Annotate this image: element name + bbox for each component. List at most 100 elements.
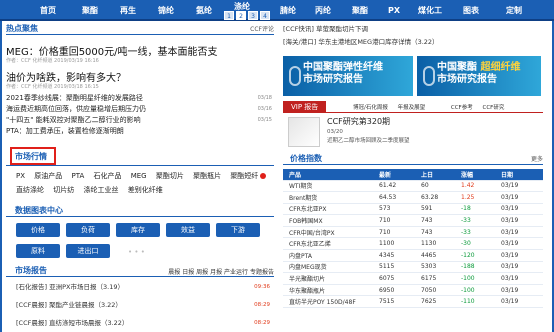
table-row[interactable]: 内盘PTA 4345 4465 -120 03/19 — [283, 249, 543, 262]
nav-coal-chemical[interactable]: 煤化工 — [410, 0, 450, 21]
pager-4[interactable]: 4 — [260, 11, 270, 20]
table-row[interactable]: 半光聚酯切片 6075 6175 -100 03/19 — [283, 272, 543, 285]
table-row[interactable]: WTI期货 61.42 60 1.42 03/19 — [283, 180, 543, 193]
product-name[interactable]: 华东聚酯瓶片 — [283, 284, 379, 297]
news-title[interactable]: 2021春季纱线展：聚酯明星纤维的发展路径 — [6, 94, 143, 102]
nav-polypropylene[interactable]: 丙纶 — [303, 0, 343, 21]
price-more-link[interactable]: 更多 — [531, 154, 543, 163]
vip-item-title[interactable]: CCF研究第320期 — [327, 116, 390, 127]
report-title[interactable]: [石化报告] 亚洲PX市场日报（3.19） — [16, 283, 124, 291]
market-tabs-row1: PX 原油产品 PTA 石化产品 MEG 聚酯切片 聚酯瓶片 聚酯短纤 — [16, 171, 265, 181]
news-title[interactable]: "十四五" 能耗双控对聚酯乙二醇行业的影响 — [6, 116, 141, 124]
nav-polyester[interactable]: 聚酯 — [70, 0, 110, 21]
inventory-button[interactable]: 库存 — [116, 223, 160, 237]
tab-chip-spun[interactable]: 切片纺 — [53, 185, 74, 195]
profit-button[interactable]: 效益 — [166, 223, 210, 237]
tab-staple-fiber[interactable]: 聚酯短纤 — [230, 171, 258, 181]
report-time: 08:29 — [254, 302, 270, 308]
hot-focus-title: 热点聚焦 — [6, 24, 38, 33]
tab-industrial-yarn[interactable]: 涤纶工业丝 — [83, 185, 118, 195]
banner-elastic-fiber[interactable]: 中国聚酯弹性纤维 市场研究报告 — [283, 56, 413, 96]
vip-link-reference[interactable]: CCF参考 — [451, 105, 473, 111]
load-button[interactable]: 负荷 — [66, 223, 110, 237]
top-news-1[interactable]: [CCF快讯] 草萤聚酯切片下调 — [283, 23, 368, 33]
table-row[interactable]: FOB韩国MX 710 743 -33 03/19 — [283, 214, 543, 227]
report-title[interactable]: [CCF晨报] 聚酯产业链晨报（3.22） — [16, 301, 122, 309]
news-item[interactable]: "十四五" 能耗双控对聚酯乙二醇行业的影响 03/15 — [6, 115, 274, 126]
tab-pta[interactable]: PTA — [72, 172, 85, 180]
table-row[interactable]: CFR中国/台湾PX 710 743 -33 03/19 — [283, 226, 543, 239]
tab-crude[interactable]: 原油产品 — [34, 171, 62, 181]
pager-3[interactable]: 3 — [248, 11, 258, 20]
product-name[interactable]: WTI期货 — [283, 180, 379, 193]
table-row[interactable]: CFR东北亚乙烯 1100 1130 -30 03/19 — [283, 237, 543, 251]
tab-meg[interactable]: MEG — [131, 172, 147, 180]
product-name[interactable]: 内盘MEG现货 — [283, 261, 379, 274]
top-news-2[interactable]: [海关/港口] 华东主港地区MEG港口库存详情（3.22） — [283, 36, 439, 46]
banner-microfiber[interactable]: 中国聚酯 超细纤维 市场研究报告 — [417, 56, 541, 96]
product-name[interactable]: Brent期货 — [283, 191, 379, 204]
table-row[interactable]: 华东聚酯瓶片 6950 7050 -100 03/19 — [283, 284, 543, 297]
news-item[interactable]: 2021春季纱线展：聚酯明星纤维的发展路径 03/18 — [6, 93, 274, 104]
news-title[interactable]: PTA：加工费承压，装置检修逐渐明朗 — [6, 127, 124, 135]
filter-daily[interactable]: 日报 — [182, 269, 194, 276]
headline-1[interactable]: MEG：价格重回5000元/吨一线，基本面能否支 — [6, 43, 218, 58]
filter-industry[interactable]: 产业运行 — [224, 269, 248, 276]
price-button[interactable]: 价格 — [16, 223, 60, 237]
vip-link-research[interactable]: CCF研究 — [482, 105, 504, 111]
tab-direct-spun[interactable]: 直纺涤纶 — [16, 185, 44, 195]
left-column: 热点聚焦 CCF评论 MEG：价格重回5000元/吨一线，基本面能否支 作者：C… — [6, 23, 274, 332]
vip-link-annual[interactable]: 年报及展望 — [398, 105, 426, 111]
filter-morning[interactable]: 晨报 — [168, 269, 180, 276]
report-item[interactable]: [CCF晨报] 直纺涤短市场晨报（3.22） 08:29 — [16, 317, 272, 329]
pager-1[interactable]: 1 — [224, 11, 234, 20]
product-name[interactable]: FOB韩国MX — [283, 214, 379, 227]
nav-px[interactable]: PX — [374, 0, 414, 21]
nav-nylon[interactable]: 锦纶 — [146, 0, 186, 21]
raw-material-button[interactable]: 原料 — [16, 244, 60, 258]
product-name[interactable]: 半光聚酯切片 — [283, 272, 379, 285]
tab-bottle-chips[interactable]: 聚酯瓶片 — [193, 171, 221, 181]
filter-monthly[interactable]: 月报 — [210, 269, 222, 276]
vip-report-tab[interactable]: VIP 报告 — [283, 101, 327, 113]
filter-special[interactable]: 专题报告 — [250, 269, 274, 276]
report-item[interactable]: [CCF晨报] 聚酯产业链晨报（3.22） 08:29 — [16, 299, 272, 311]
report-title[interactable]: [CCF晨报] 直纺涤短市场晨报（3.22） — [16, 319, 128, 327]
pager-2[interactable]: 2 — [236, 11, 246, 20]
product-name[interactable]: CFR中国/台湾PX — [283, 226, 379, 239]
headline-2[interactable]: 油价为啥跌，影响有多大？ — [6, 69, 126, 84]
tab-px[interactable]: PX — [16, 172, 25, 180]
nav-acrylic[interactable]: 腈纶 — [268, 0, 308, 21]
report-time: 09:36 — [254, 284, 270, 290]
news-item[interactable]: 海运费近期高位回落，供应量稳增后期压力仍 03/16 — [6, 104, 274, 115]
product-name[interactable]: 直纺半光POY 150D/48F — [283, 295, 379, 309]
previous-price: 63.28 — [421, 191, 461, 204]
table-row[interactable]: CFR东北亚PX 573 591 -18 03/19 — [283, 203, 543, 216]
tab-petrochem[interactable]: 石化产品 — [93, 171, 121, 181]
table-row[interactable]: Brent期货 64.53 63.28 1.25 03/19 — [283, 191, 543, 204]
vip-link-weekly[interactable]: 博冠/石化周报 — [353, 105, 388, 111]
product-name[interactable]: 内盘PTA — [283, 249, 379, 262]
table-row[interactable]: 内盘MEG现货 5115 5303 -188 03/19 — [283, 261, 543, 274]
import-export-button[interactable]: 进出口 — [66, 244, 110, 258]
nav-recycled[interactable]: 再生 — [108, 0, 148, 21]
filter-weekly[interactable]: 周报 — [196, 269, 208, 276]
nav-charts[interactable]: 图表 — [451, 0, 491, 21]
product-name[interactable]: CFR东北亚PX — [283, 203, 379, 216]
market-title[interactable]: 市场行情 — [15, 151, 47, 162]
report-cover-thumbnail[interactable] — [288, 117, 320, 147]
fiber-logo-icon — [423, 66, 435, 86]
downstream-button[interactable]: 下游 — [216, 223, 260, 237]
nav-spandex[interactable]: 氨纶 — [184, 0, 224, 21]
ccf-comment-link[interactable]: CCF评论 — [250, 24, 274, 33]
nav-custom[interactable]: 定制 — [494, 0, 534, 21]
news-item[interactable]: PTA：加工费承压，装置检修逐渐明朗 — [6, 126, 274, 137]
nav-home[interactable]: 首页 — [28, 0, 68, 21]
product-name[interactable]: CFR东北亚乙烯 — [283, 237, 379, 251]
banner1-text: 中国聚酯弹性纤维 市场研究报告 — [303, 62, 383, 86]
news-title[interactable]: 海运费近期高位回落，供应量稳增后期压力仍 — [6, 105, 146, 113]
tab-differential[interactable]: 差别化纤维 — [128, 185, 163, 195]
tab-chips[interactable]: 聚酯切片 — [156, 171, 184, 181]
table-row[interactable]: 直纺半光POY 150D/48F 7515 7625 -110 03/19 — [283, 295, 543, 309]
report-item[interactable]: [石化报告] 亚洲PX市场日报（3.19） 09:36 — [16, 281, 272, 293]
